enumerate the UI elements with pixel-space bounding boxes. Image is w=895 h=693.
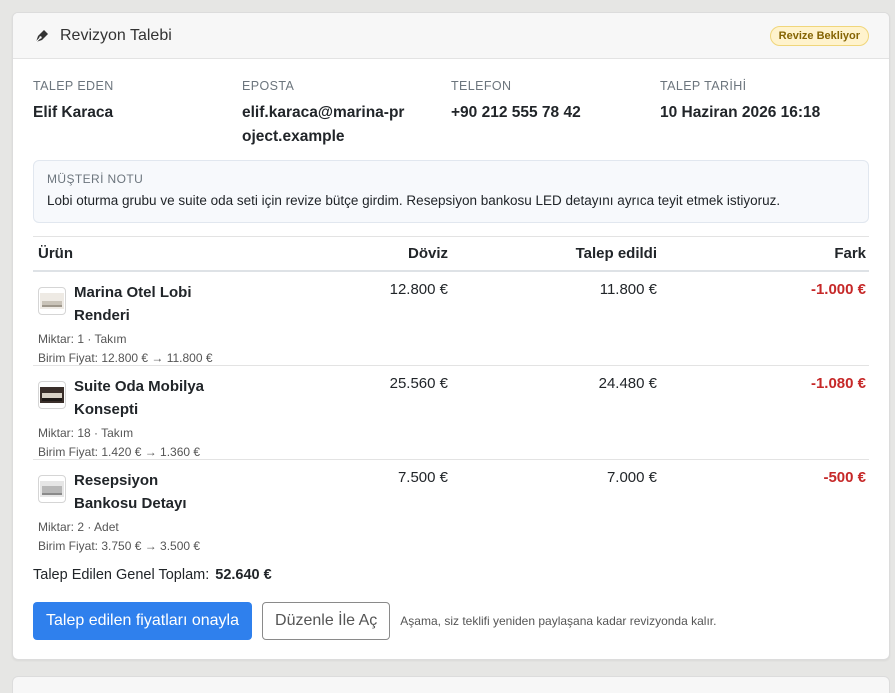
open-in-editor-button[interactable]: Düzenle İle Aç — [262, 602, 391, 640]
product-qty: Miktar: 18 · Takım — [38, 426, 134, 440]
fark-value: -1.000 € — [810, 281, 866, 298]
customer-note: MÜŞTERİ NOTU Lobi oturma grubu ve suite … — [33, 160, 869, 223]
grand-total: Talep Edilen Genel Toplam: 52.640 € — [33, 567, 272, 583]
approve-prices-button[interactable]: Talep edilen fiyatları onayla — [33, 602, 253, 640]
info-label: TALEP EDEN — [33, 79, 114, 93]
total-label: Talep Edilen Genel Toplam: — [33, 567, 210, 583]
info-label: TALEP TARİHİ — [660, 79, 747, 93]
talep-value: 11.800 € — [599, 281, 657, 298]
pen-icon — [33, 27, 51, 45]
doviz-value: 25.560 € — [389, 375, 448, 392]
product-name: Suite Oda Mobilya Konsepti — [74, 378, 205, 418]
card-header: Revizyon Talebi Revize Bekliyor — [13, 13, 889, 59]
product-name: Resepsiyon Bankosu Detayı — [74, 472, 187, 512]
info-label: EPOSTA — [242, 79, 295, 93]
card-title: Revizyon Talebi — [60, 26, 172, 44]
items-table: Ürün Döviz Talep edildi Fark Marina Otel… — [33, 236, 869, 554]
note-label: MÜŞTERİ NOTU — [47, 172, 144, 186]
doviz-value: 12.800 € — [389, 281, 448, 298]
next-card-header — [12, 676, 890, 693]
header-urun: Ürün — [38, 245, 73, 262]
requester-info: TALEP EDEN Elif Karaca EPOSTA elif.karac… — [33, 79, 869, 149]
header-doviz: Döviz — [407, 245, 448, 262]
talep-value: 24.480 € — [598, 375, 657, 392]
info-phone: TELEFON +90 212 555 78 42 — [451, 79, 660, 149]
doviz-value: 7.500 € — [397, 469, 448, 486]
info-value: Elif Karaca — [33, 104, 114, 121]
fark-value: -1.080 € — [810, 375, 866, 392]
info-requester: TALEP EDEN Elif Karaca — [33, 79, 242, 149]
info-label: TELEFON — [451, 79, 512, 93]
table-header: Ürün Döviz Talep edildi Fark — [33, 237, 869, 272]
info-email: EPOSTA elif.karaca@marina-project.exampl… — [242, 79, 451, 149]
table-row: Marina Otel Lobi Renderi Miktar: 1 · Tak… — [33, 272, 869, 366]
header-talep: Talep edildi — [575, 245, 657, 262]
total-value: 52.640 € — [215, 567, 272, 583]
product-unit-price: Birim Fiyat: 3.750 € → 3.500 € — [38, 539, 201, 553]
reception-thumbnail-icon — [38, 475, 66, 503]
status-badge: Revize Bekliyor — [769, 25, 869, 46]
header-fark: Fark — [834, 245, 866, 262]
fark-value: -500 € — [823, 469, 866, 486]
suite-thumbnail-icon — [38, 381, 66, 409]
info-date: TALEP TARİHİ 10 Haziran 2026 16:18 — [660, 79, 869, 149]
table-row: Resepsiyon Bankosu Detayı Miktar: 2 · Ad… — [33, 460, 869, 554]
product-name: Marina Otel Lobi Renderi — [74, 284, 192, 324]
revision-request-card: Revizyon Talebi Revize Bekliyor TALEP ED… — [12, 12, 890, 660]
stage-hint: Aşama, siz teklifi yeniden paylaşana kad… — [400, 614, 717, 628]
info-value: elif.karaca@marina-project.example — [242, 104, 405, 145]
product-qty: Miktar: 2 · Adet — [38, 520, 119, 534]
note-text: Lobi oturma grubu ve suite oda seti için… — [47, 193, 781, 208]
product-qty: Miktar: 1 · Takım — [38, 332, 127, 346]
info-value: 10 Haziran 2026 16:18 — [660, 104, 821, 121]
talep-value: 7.000 € — [606, 469, 657, 486]
table-row: Suite Oda Mobilya Konsepti Miktar: 18 · … — [33, 366, 869, 460]
lobby-thumbnail-icon — [38, 287, 66, 315]
product-unit-price: Birim Fiyat: 1.420 € → 1.360 € — [38, 445, 201, 459]
info-value: +90 212 555 78 42 — [451, 104, 581, 121]
action-bar: Talep edilen fiyatları onayla Düzenle İl… — [33, 602, 716, 640]
product-unit-price: Birim Fiyat: 12.800 € → 11.800 € — [38, 351, 213, 365]
